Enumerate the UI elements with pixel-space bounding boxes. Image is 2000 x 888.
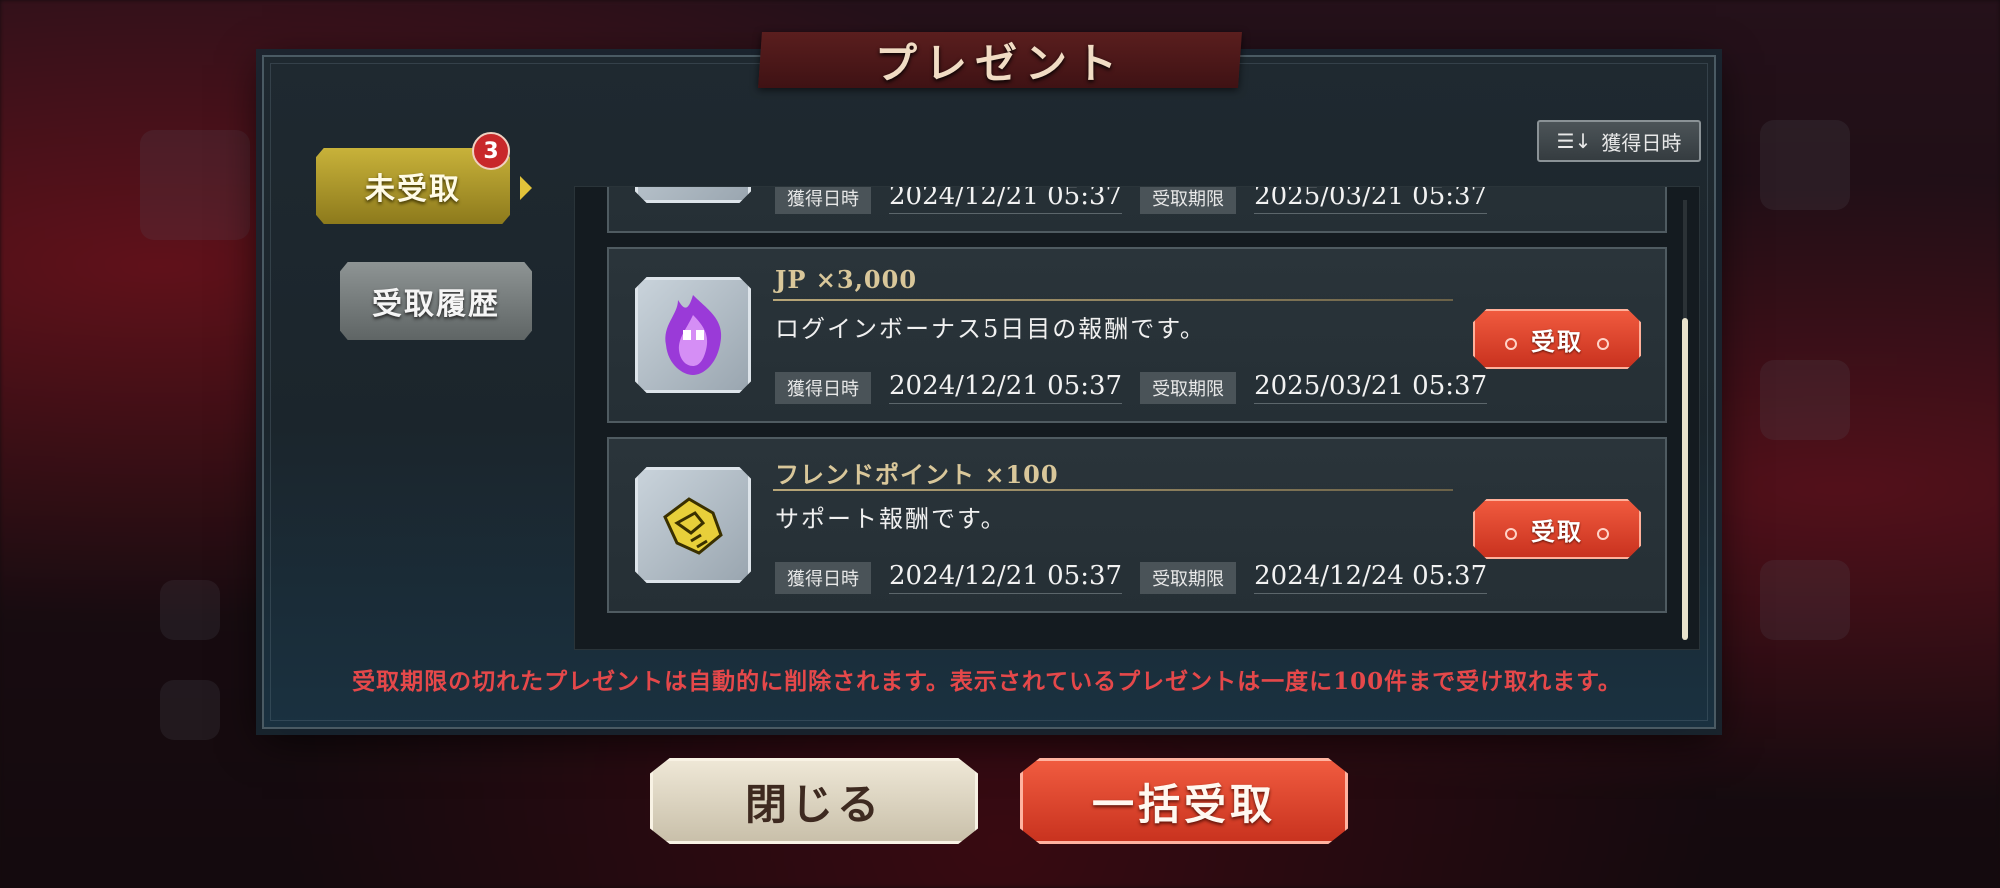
expiry-date-label: 受取期限	[1140, 371, 1237, 404]
active-tab-arrow-icon	[520, 176, 532, 200]
obtained-date-value: 2024/12/21 05:37	[889, 187, 1123, 214]
obtained-date-value: 2024/12/21 05:37	[889, 371, 1123, 404]
close-button[interactable]: 閉じる	[650, 758, 978, 844]
item-description: ログインボーナス5日目の報酬です。	[775, 315, 1206, 343]
item-name: JP ×3,000	[775, 265, 918, 294]
obtained-date-label: 獲得日時	[775, 187, 871, 214]
background-item	[1760, 560, 1850, 640]
expiry-date-value: 2025/03/21 05:37	[1254, 371, 1488, 404]
tab-history[interactable]: 受取履歴	[340, 262, 532, 340]
claim-button[interactable]: 受取	[1473, 499, 1641, 559]
background-item	[160, 680, 220, 740]
sort-label: 獲得日時	[1601, 130, 1682, 155]
dialog-title: プレゼント	[874, 38, 1125, 88]
list-item: 獲得日時 2024/12/21 05:37 受取期限 2025/03/21 05…	[607, 187, 1667, 233]
expiry-date-label: 受取期限	[1140, 561, 1237, 594]
background-item	[160, 580, 220, 640]
obtained-date-label: 獲得日時	[775, 561, 871, 594]
expiry-date-value: 2024/12/24 05:37	[1254, 561, 1488, 594]
list-item: JP ×3,000 ログインボーナス5日目の報酬です。 獲得日時 2024/12…	[607, 247, 1667, 423]
date-row: 獲得日時 2024/12/21 05:37 受取期限 2025/03/21 05…	[775, 187, 1505, 214]
unreceived-count-badge: 3	[472, 132, 510, 170]
scrollbar-thumb[interactable]	[1682, 318, 1688, 640]
handshake-icon	[635, 467, 751, 583]
claim-button[interactable]: 受取	[1473, 309, 1641, 369]
item-name: フレンドポイント ×100	[775, 460, 1059, 489]
claim-all-button[interactable]: 一括受取	[1020, 758, 1348, 844]
background-item	[140, 130, 250, 240]
obtained-date-value: 2024/12/21 05:37	[889, 561, 1123, 594]
close-button-label: 閉じる	[744, 779, 883, 829]
obtained-date-label: 獲得日時	[775, 371, 871, 404]
expiry-notice: 受取期限の切れたプレゼントは自動的に削除されます。表示されているプレゼントは一度…	[352, 668, 1622, 695]
expiry-date-value: 2025/03/21 05:37	[1254, 187, 1488, 214]
purple-flame-jp-icon	[635, 277, 751, 393]
item-description: サポート報酬です。	[775, 505, 1007, 533]
date-row: 獲得日時 2024/12/21 05:37 受取期限 2025/03/21 05…	[775, 371, 1505, 404]
date-row: 獲得日時 2024/12/21 05:37 受取期限 2024/12/24 05…	[775, 561, 1505, 594]
item-icon	[635, 187, 751, 203]
divider	[773, 489, 1453, 491]
divider	[773, 299, 1453, 301]
list-item: フレンドポイント ×100 サポート報酬です。 獲得日時 2024/12/21 …	[607, 437, 1667, 613]
background-item	[1760, 360, 1850, 440]
claim-all-button-label: 一括受取	[1091, 779, 1276, 829]
sort-button[interactable]: ☰↓ 獲得日時	[1537, 120, 1701, 162]
tab-unreceived-label: 未受取	[365, 172, 461, 207]
present-list[interactable]: 獲得日時 2024/12/21 05:37 受取期限 2025/03/21 05…	[574, 186, 1700, 650]
background-item	[1760, 120, 1850, 210]
expiry-date-label: 受取期限	[1140, 187, 1237, 214]
tab-history-label: 受取履歴	[372, 287, 500, 322]
sort-icon: ☰↓	[1556, 129, 1592, 153]
